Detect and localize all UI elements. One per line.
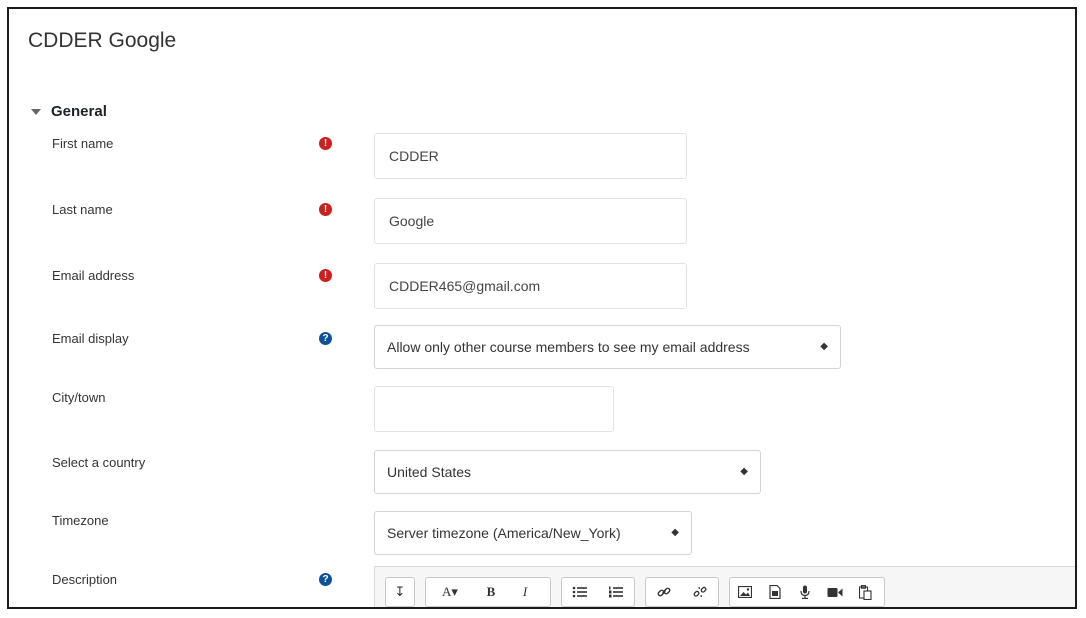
microphone-icon[interactable] [790,578,820,606]
select-caret-icon: ◆ [820,341,828,352]
chevron-down-icon [31,108,41,115]
image-icon[interactable] [730,578,760,606]
email-display-label: Email display [52,331,129,346]
toolbar-group-media [729,577,885,607]
required-icon: ! [319,137,332,150]
email-field[interactable]: CDDER465@gmail.com [374,263,687,309]
link-icon[interactable] [646,578,682,606]
required-icon: ! [319,269,332,282]
toolbar-collapse-button[interactable]: ↧ [386,578,414,606]
toolbar-group-links [645,577,719,607]
email-label: Email address [52,268,135,283]
page-title: CDDER Google [28,29,177,52]
country-label: Select a country [52,455,146,470]
italic-button[interactable]: I [508,578,542,606]
help-icon[interactable]: ? [319,332,332,345]
last-name-label: Last name [52,202,113,217]
video-icon[interactable] [820,578,850,606]
toolbar-group-style: A▾ B I [425,577,551,607]
last-name-field[interactable]: Google [374,198,687,244]
paste-icon[interactable] [850,578,880,606]
unordered-list-icon[interactable] [562,578,598,606]
ordered-list-icon[interactable] [598,578,634,606]
toolbar-group-lists [561,577,635,607]
media-file-icon[interactable] [760,578,790,606]
select-caret-icon: ◆ [740,466,748,477]
country-value: United States [387,464,472,480]
timezone-value: Server timezone (America/New_York) [387,525,621,541]
timezone-label: Timezone [52,513,109,528]
unlink-icon[interactable] [682,578,718,606]
city-field[interactable] [374,386,614,432]
email-display-select[interactable]: Allow only other course members to see m… [374,325,841,369]
page-frame: CDDER Google General First name ! CDDER … [7,7,1077,609]
select-caret-icon: ◆ [671,527,679,538]
section-title: General [51,103,107,120]
section-general-toggle[interactable]: General [31,103,107,120]
first-name-label: First name [52,136,114,151]
description-label: Description [52,572,118,587]
editor-toolbar: ↧ A▾ B I [374,566,1075,607]
email-display-value: Allow only other course members to see m… [387,339,750,355]
timezone-select[interactable]: Server timezone (America/New_York) ◆ [374,511,692,555]
help-icon[interactable]: ? [319,573,332,586]
city-label: City/town [52,390,106,405]
font-style-button[interactable]: A▾ [426,578,474,606]
first-name-field[interactable]: CDDER [374,133,687,179]
required-icon: ! [319,203,332,216]
bold-button[interactable]: B [474,578,508,606]
country-select[interactable]: United States ◆ [374,450,761,494]
toolbar-group-collapse: ↧ [385,577,415,607]
